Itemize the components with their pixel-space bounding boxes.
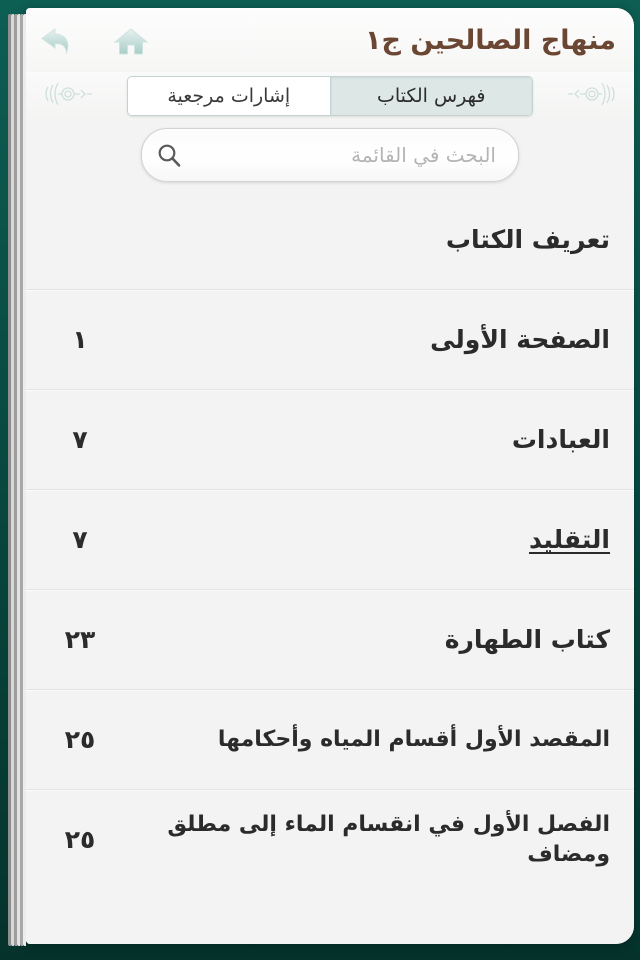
- ornament-right-icon: [566, 79, 624, 113]
- toc-row-title: الصفحة الأولى: [430, 325, 610, 354]
- table-row[interactable]: العبادات ٧: [26, 389, 634, 489]
- app-header: منهاج الصالحين ج١: [26, 8, 634, 72]
- tab-bar: فهرس الكتاب إشارات مرجعية: [26, 72, 634, 120]
- toc-row-title: العبادات: [511, 425, 610, 454]
- toc-list[interactable]: تعريف الكتاب الصفحة الأولى ١ العبادات ٧ التقل…: [26, 190, 634, 944]
- toc-row-title: تعريف الكتاب: [445, 225, 610, 254]
- toc-row-page-number: ٢٣: [64, 625, 96, 654]
- tab-group: فهرس الكتاب إشارات مرجعية: [127, 76, 533, 116]
- table-row[interactable]: المقصد الأول أقسام المياه وأحكامها ٢٥: [26, 689, 634, 789]
- toc-row-page-number: ٢٥: [64, 725, 96, 754]
- search-area: [26, 120, 634, 190]
- table-row[interactable]: كتاب الطهارة ٢٣: [26, 589, 634, 689]
- toc-row-title: الفصل الأول في انقسام الماء إلى مطلق ومض…: [167, 812, 610, 867]
- toc-row-page-number: ٧: [72, 525, 88, 554]
- table-row[interactable]: الفصل الأول في انقسام الماء إلى مطلق ومض…: [26, 789, 634, 889]
- tab-book-index[interactable]: فهرس الكتاب: [330, 77, 532, 115]
- back-arrow-icon[interactable]: [38, 22, 76, 60]
- search-box[interactable]: [141, 128, 519, 182]
- home-icon[interactable]: [112, 22, 150, 60]
- table-row[interactable]: تعريف الكتاب: [26, 190, 634, 289]
- search-icon[interactable]: [142, 129, 196, 181]
- table-row[interactable]: التقليد ٧: [26, 489, 634, 589]
- toc-row-page-number: ١: [72, 325, 88, 354]
- book-background: منهاج الصالحين ج١ فهرس الكتاب إشارات مرج…: [0, 0, 640, 960]
- toc-row-page-number: ٧: [72, 425, 88, 454]
- ornament-left-icon: [36, 79, 94, 113]
- toc-row-page-number: ٢٥: [64, 825, 96, 854]
- page-title: منهاج الصالحين ج١: [365, 24, 616, 56]
- table-row[interactable]: الصفحة الأولى ١: [26, 289, 634, 389]
- book-page: منهاج الصالحين ج١ فهرس الكتاب إشارات مرج…: [26, 8, 634, 944]
- toc-row-title: كتاب الطهارة: [444, 625, 610, 654]
- toc-row-title: التقليد: [528, 525, 610, 554]
- tab-bookmarks[interactable]: إشارات مرجعية: [128, 77, 331, 115]
- toc-row-title: المقصد الأول أقسام المياه وأحكامها: [217, 726, 610, 752]
- search-input[interactable]: [196, 129, 518, 181]
